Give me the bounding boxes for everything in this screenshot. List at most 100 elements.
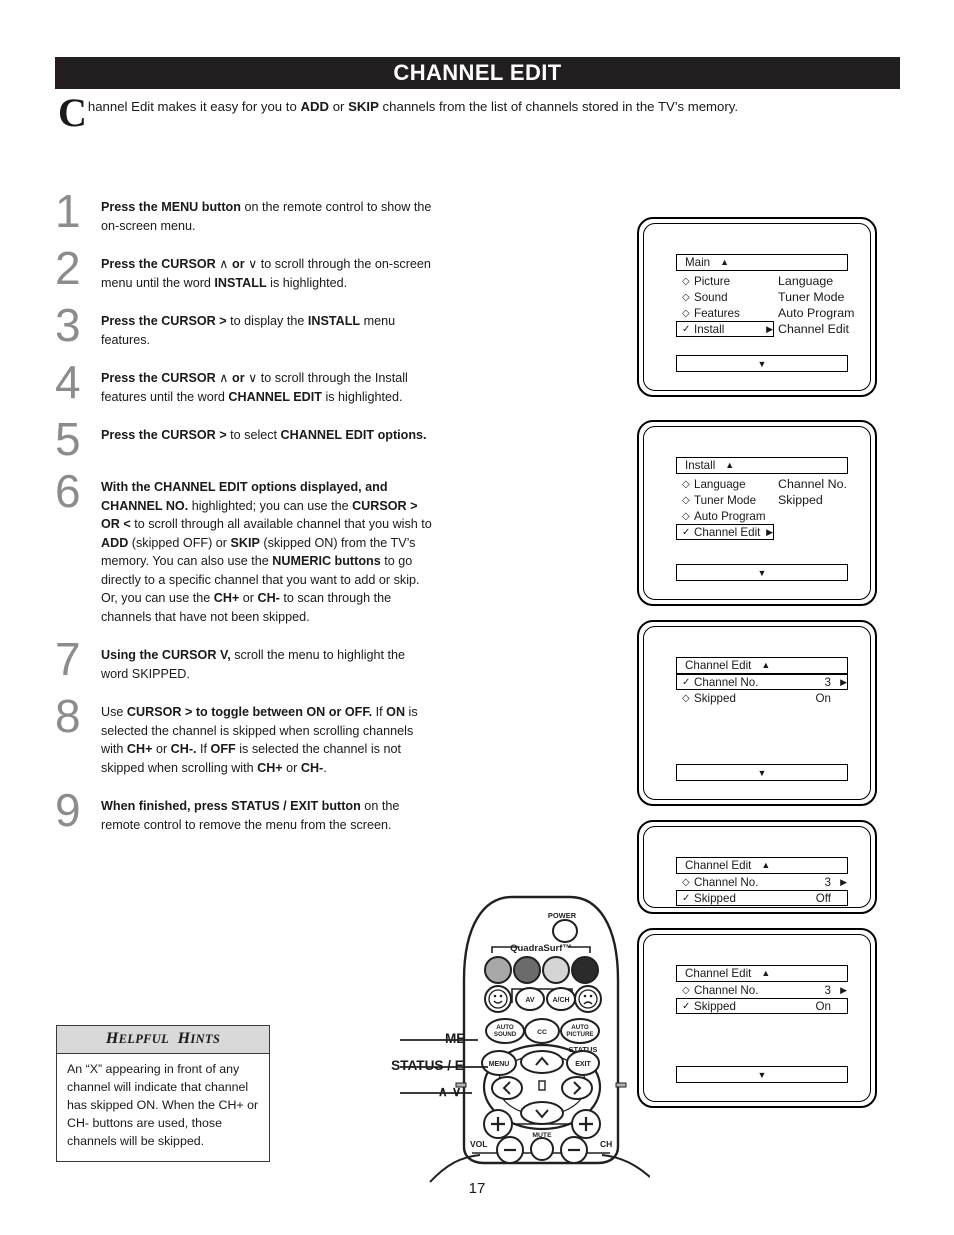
osd-item-label: Language xyxy=(694,477,746,491)
osd-item-skipped[interactable]: ◇ Skipped On xyxy=(676,690,848,706)
osd-rows: ◇ Channel No. 3 ▶ ✓ Skipped Off xyxy=(676,874,848,906)
caret-down-icon: ▼ xyxy=(757,567,767,578)
osd-item-label: Install xyxy=(694,322,725,336)
auto-picture-label-line1: AUTO xyxy=(571,1024,589,1031)
step-text-6: With the CHANNEL EDIT options displayed,… xyxy=(101,472,435,626)
osd-item-picture[interactable]: ◇ Picture xyxy=(676,273,774,289)
osd-submenu-item-channel-no-: Channel No. xyxy=(778,477,847,491)
quadrasurf-button-3[interactable] xyxy=(542,956,570,984)
caret-down-icon: ▼ xyxy=(757,358,767,369)
power-button[interactable] xyxy=(552,919,578,943)
osd-right-column: Channel No. Skipped xyxy=(774,476,848,540)
osd-title-text: Main xyxy=(685,256,711,269)
exit-label: EXIT xyxy=(575,1061,591,1068)
vol-label: VOL xyxy=(470,1139,487,1149)
step-1-frag-0: Press the MENU button xyxy=(101,200,241,214)
osd-item-channel-no-[interactable]: ◇ Channel No. 3 ▶ xyxy=(676,874,848,890)
mute-button[interactable] xyxy=(530,1137,554,1161)
osd-title-text: Install xyxy=(685,459,716,472)
step-text-1: Press the MENU button on the remote cont… xyxy=(101,192,435,235)
osd-item-channel-edit[interactable]: ✓ Channel Edit ▶ xyxy=(676,524,775,540)
osd-rows: ✓ Channel No. 3 ▶ ◇ Skipped On xyxy=(676,674,848,706)
osd-item-skipped[interactable]: ✓ Skipped On xyxy=(676,998,848,1014)
osd-item-auto-program[interactable]: ◇ Auto Program xyxy=(676,508,774,524)
step-8-frag-13: CH- xyxy=(300,760,324,775)
osd-channel-edit: Channel Edit ▲ ✓ Channel No. 3 ▶ ◇ Skipped On xyxy=(676,657,848,706)
step-8-frag-6: or xyxy=(152,742,171,756)
osd-channel-edit: Channel Edit ▲ ◇ Channel No. 3 ▶ ✓ Skipped On xyxy=(676,965,848,1014)
osd-item-channel-no-[interactable]: ✓ Channel No. 3 ▶ xyxy=(676,674,848,690)
osd-scroll-down-bar[interactable]: ▼ xyxy=(676,764,848,781)
step-2-frag-0: Press the CURSOR xyxy=(101,257,216,271)
osd-item-label: Skipped xyxy=(694,691,736,705)
diamond-icon: ◇ xyxy=(682,876,690,888)
osd-left-column: ◇ Picture ◇ Sound ◇ Features ✓ Install ▶ xyxy=(676,273,775,337)
step-8-frag-2: If xyxy=(372,705,387,719)
osd-scroll-down-bar[interactable]: ▼ xyxy=(676,1066,848,1083)
step-8-frag-0: Use xyxy=(101,705,127,719)
page-number: 17 xyxy=(468,1180,486,1197)
cursor-down-button[interactable] xyxy=(520,1101,564,1125)
osd-columns: ◇ Picture ◇ Sound ◇ Features ✓ Install ▶ Languag… xyxy=(676,273,854,337)
step-6-frag-4: ADD xyxy=(101,535,129,550)
ach-label: A/CH xyxy=(552,997,569,1004)
helpful-hints-box: HELPFUL HINTS An “X” appearing in front … xyxy=(56,1025,270,1162)
caret-up-icon: ▲ xyxy=(761,860,771,870)
step-number-5: 5 xyxy=(55,413,81,465)
step-number-1: 1 xyxy=(55,185,81,237)
caret-right-icon: ▶ xyxy=(840,676,847,687)
step-5: 5 Press the CURSOR > to select CHANNEL ED… xyxy=(55,413,435,465)
osd-item-label: Channel Edit xyxy=(694,525,761,539)
step-text-9: When finished, press STATUS / EXIT butto… xyxy=(101,791,435,834)
instruction-steps: 1 Press the MENU button on the remote con… xyxy=(55,185,435,848)
step-2-frag-5: is highlighted. xyxy=(266,275,348,290)
diamond-icon: ◇ xyxy=(682,478,690,490)
osd-item-language[interactable]: ◇ Language xyxy=(676,476,774,492)
tv-screen-channel-edit-skipped-off: Channel Edit ▲ ◇ Channel No. 3 ▶ ✓ Skipped Off xyxy=(637,820,877,914)
diamond-icon: ◇ xyxy=(682,494,690,506)
osd-item-value: 3 xyxy=(824,983,831,997)
osd-item-tuner-mode[interactable]: ◇ Tuner Mode xyxy=(676,492,774,508)
osd-item-channel-no-[interactable]: ◇ Channel No. 3 ▶ xyxy=(676,982,848,998)
osd-scroll-down-bar[interactable]: ▼ xyxy=(676,355,848,372)
step-8-frag-12: or xyxy=(282,760,301,775)
step-3: 3 Press the CURSOR > to display the INSTA… xyxy=(55,302,435,349)
quadrasurf-button-2[interactable] xyxy=(513,956,541,984)
osd-item-label: Skipped xyxy=(694,999,736,1013)
step-6-frag-5: (skipped OFF) or xyxy=(128,535,231,550)
osd-item-install[interactable]: ✓ Install ▶ xyxy=(676,321,775,337)
diamond-icon: ◇ xyxy=(682,692,690,704)
osd-item-label: Tuner Mode xyxy=(694,493,757,507)
power-label: POWER xyxy=(548,911,577,920)
step-4-frag-2: or xyxy=(232,371,245,385)
step-text-5: Press the CURSOR > to select CHANNEL EDI… xyxy=(101,420,435,445)
step-2-frag-2: or xyxy=(232,257,245,271)
step-text-8: Use CURSOR > to toggle between ON or OFF… xyxy=(101,697,435,777)
step-8-frag-5: CH+ xyxy=(126,742,153,756)
quadrasurf-button-1[interactable] xyxy=(484,956,512,984)
step-8-frag-8: If xyxy=(196,742,211,756)
step-6-frag-8: NUMERIC buttons xyxy=(272,554,381,568)
osd-item-sound[interactable]: ◇ Sound xyxy=(676,289,774,305)
quadrasurf-button-4[interactable] xyxy=(571,956,599,984)
osd-scroll-down-bar[interactable]: ▼ xyxy=(676,564,848,581)
step-2: 2 Press the CURSOR ∧ or ∨ to scroll throu… xyxy=(55,245,435,292)
osd-submenu-item-auto-program: Auto Program xyxy=(778,306,855,320)
step-2-frag-1: ∧ xyxy=(215,257,232,271)
hints-h1: H xyxy=(105,1030,119,1047)
osd-item-value: Off xyxy=(815,891,831,905)
tv-screen-channel-edit-channel-no: Channel Edit ▲ ✓ Channel No. 3 ▶ ◇ Skipped On … xyxy=(637,620,877,806)
cursor-right-button[interactable] xyxy=(561,1076,593,1100)
step-3-frag-0: Press the CURSOR > xyxy=(101,314,227,328)
osd-item-label: Channel No. xyxy=(694,983,759,997)
osd-item-features[interactable]: ◇ Features xyxy=(676,305,774,321)
cursor-up-button[interactable] xyxy=(520,1050,564,1074)
step-5-frag-2: CHANNEL EDIT options. xyxy=(280,428,427,442)
osd-item-label: Channel No. xyxy=(694,875,759,889)
tv-screen-inner: Install ▲ ◇ Language ◇ Tuner Mode ◇ Auto Prog… xyxy=(643,426,871,600)
step-4-frag-4: CHANNEL EDIT xyxy=(228,389,322,404)
osd-item-label: Channel No. xyxy=(694,675,759,689)
step-4-frag-1: ∧ xyxy=(215,371,232,385)
step-number-8: 8 xyxy=(55,690,81,742)
osd-item-skipped[interactable]: ✓ Skipped Off xyxy=(676,890,848,906)
